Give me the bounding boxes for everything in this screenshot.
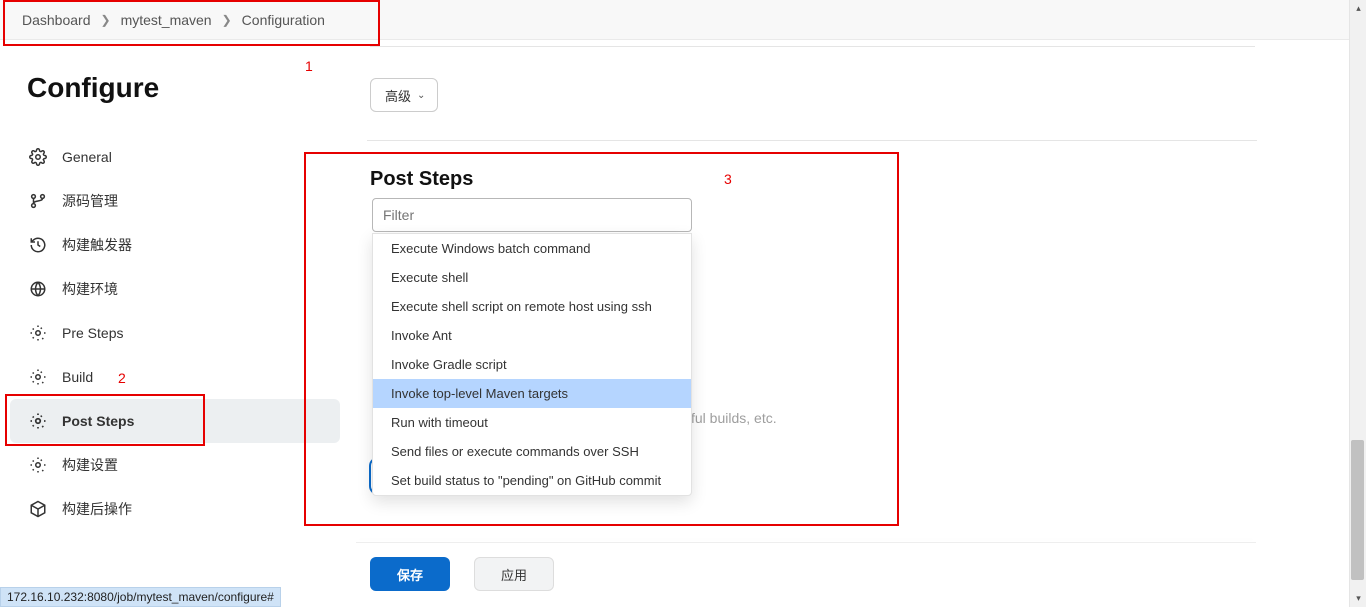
- sidebar-item-post-steps[interactable]: Post Steps: [10, 399, 340, 443]
- sidebar-item-label: 构建环境: [62, 279, 118, 299]
- scrollbar-thumb[interactable]: [1351, 440, 1364, 580]
- sidebar-item-label: Pre Steps: [62, 325, 123, 341]
- history-icon: [28, 235, 48, 255]
- sidebar-item-build-settings[interactable]: 构建设置: [10, 443, 340, 487]
- status-bar-url: 172.16.10.232:8080/job/mytest_maven/conf…: [0, 587, 281, 607]
- sidebar: General 源码管理 构建触发器 构建环境 Pre Steps Build: [10, 135, 340, 531]
- background-hint-text: ful builds, etc.: [691, 410, 777, 426]
- dropdown-item[interactable]: Invoke Gradle script: [373, 350, 691, 379]
- filter-input[interactable]: [372, 198, 692, 232]
- page-title: Configure: [27, 72, 159, 104]
- dropdown-item[interactable]: Execute Windows batch command: [373, 234, 691, 263]
- scroll-up-arrow-icon[interactable]: ▴: [1350, 0, 1366, 17]
- breadcrumb-item-dashboard[interactable]: Dashboard: [22, 12, 91, 28]
- gear-icon: [28, 147, 48, 167]
- divider: [367, 140, 1257, 141]
- gear-icon: [28, 455, 48, 475]
- advanced-button-label: 高级: [385, 86, 411, 105]
- section-heading-post-steps: Post Steps: [370, 168, 473, 191]
- post-build-step-dropdown: Execute Windows batch command Execute sh…: [372, 233, 692, 496]
- sidebar-item-label: Post Steps: [62, 413, 134, 429]
- chevron-right-icon: ❯: [101, 13, 111, 27]
- sidebar-item-label: 构建后操作: [62, 499, 132, 519]
- chevron-right-icon: ❯: [222, 13, 232, 27]
- sidebar-item-pre-steps[interactable]: Pre Steps: [10, 311, 340, 355]
- dropdown-item[interactable]: Execute shell script on remote host usin…: [373, 292, 691, 321]
- sidebar-item-label: 构建触发器: [62, 235, 132, 255]
- dropdown-item[interactable]: Invoke Ant: [373, 321, 691, 350]
- dropdown-item[interactable]: Set build status to "pending" on GitHub …: [373, 466, 691, 495]
- globe-icon: [28, 279, 48, 299]
- advanced-button[interactable]: 高级 ⌄: [370, 78, 438, 112]
- divider: [370, 46, 1255, 47]
- sidebar-item-build[interactable]: Build: [10, 355, 340, 399]
- vertical-scrollbar[interactable]: ▴ ▾: [1349, 0, 1366, 607]
- branch-icon: [28, 191, 48, 211]
- annotation-number-2: 2: [118, 370, 126, 386]
- gear-icon: [28, 411, 48, 431]
- save-button[interactable]: 保存: [370, 557, 450, 591]
- annotation-number-1: 1: [305, 58, 313, 74]
- dropdown-item[interactable]: Run with timeout: [373, 408, 691, 437]
- sidebar-item-label: 构建设置: [62, 455, 118, 475]
- sidebar-item-triggers[interactable]: 构建触发器: [10, 223, 340, 267]
- cube-icon: [28, 499, 48, 519]
- sidebar-item-label: Build: [62, 369, 93, 385]
- breadcrumb: Dashboard ❯ mytest_maven ❯ Configuration: [0, 0, 1366, 40]
- chevron-down-icon: ⌄: [417, 90, 425, 101]
- dropdown-item[interactable]: Execute shell: [373, 263, 691, 292]
- gear-icon: [28, 323, 48, 343]
- breadcrumb-item-job[interactable]: mytest_maven: [121, 12, 212, 28]
- sidebar-item-label: General: [62, 149, 112, 165]
- dropdown-item-highlighted[interactable]: Invoke top-level Maven targets: [373, 379, 691, 408]
- sidebar-item-general[interactable]: General: [10, 135, 340, 179]
- divider: [356, 542, 1256, 543]
- apply-button[interactable]: 应用: [474, 557, 554, 591]
- gear-icon: [28, 367, 48, 387]
- scroll-down-arrow-icon[interactable]: ▾: [1350, 590, 1366, 607]
- dropdown-item[interactable]: Send files or execute commands over SSH: [373, 437, 691, 466]
- sidebar-item-environment[interactable]: 构建环境: [10, 267, 340, 311]
- sidebar-item-post-build-actions[interactable]: 构建后操作: [10, 487, 340, 531]
- annotation-number-3: 3: [724, 171, 732, 187]
- sidebar-item-label: 源码管理: [62, 191, 118, 211]
- breadcrumb-item-configuration[interactable]: Configuration: [242, 12, 325, 28]
- sidebar-item-scm[interactable]: 源码管理: [10, 179, 340, 223]
